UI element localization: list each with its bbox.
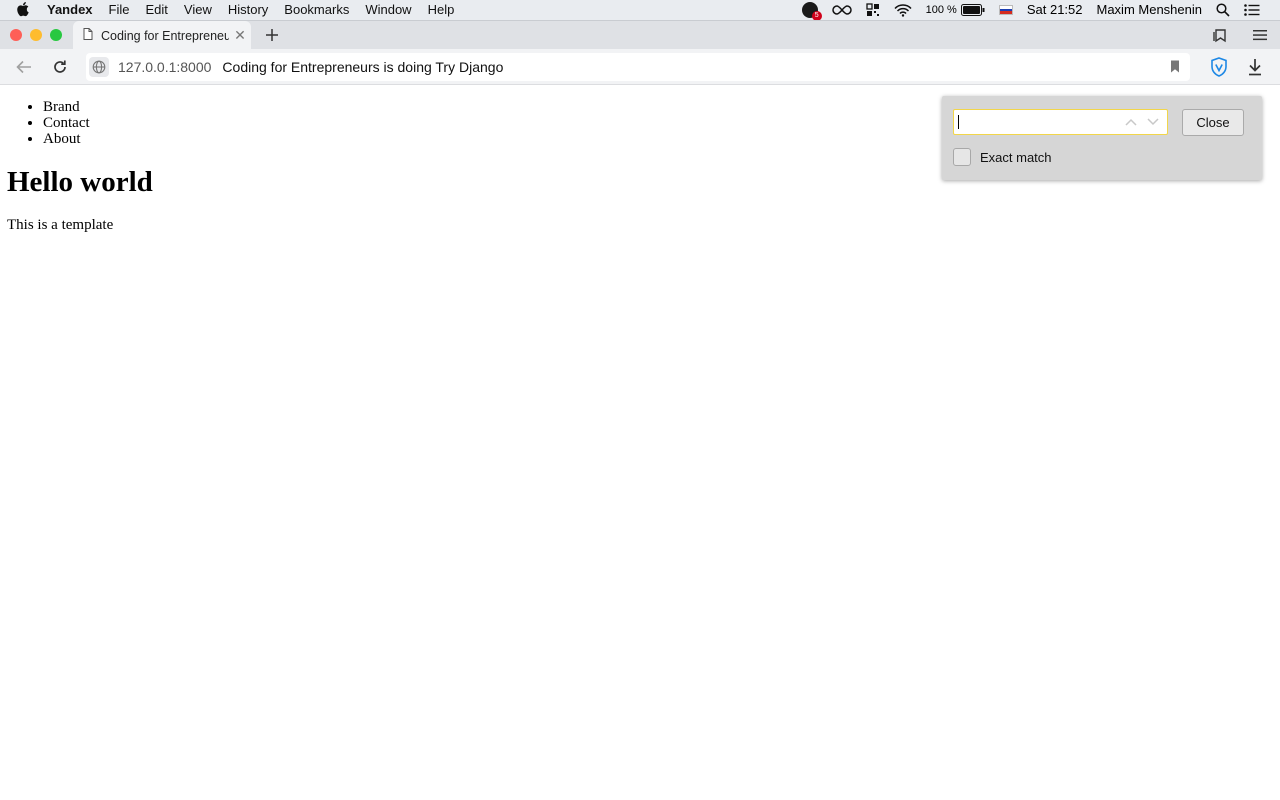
apple-logo-icon[interactable] bbox=[17, 2, 31, 17]
minimize-window-button[interactable] bbox=[30, 29, 42, 41]
find-next-icon[interactable] bbox=[1145, 115, 1161, 129]
menu-help[interactable]: Help bbox=[428, 0, 455, 20]
new-tab-button[interactable] bbox=[262, 25, 282, 45]
battery-percentage: 100 % bbox=[925, 4, 957, 16]
find-input[interactable] bbox=[954, 110, 1114, 134]
web-page-content: Brand Contact About Hello world This is … bbox=[0, 86, 1280, 800]
nav-list: Brand Contact About bbox=[43, 99, 90, 147]
exact-match-label: Exact match bbox=[980, 150, 1052, 165]
find-in-page-panel: Close Exact match bbox=[942, 96, 1262, 180]
browser-toolbar: 127.0.0.1:8000 Coding for Entrepreneurs … bbox=[0, 49, 1280, 85]
address-page-title: Coding for Entrepreneurs is doing Try Dj… bbox=[222, 59, 504, 75]
nav-item-contact: Contact bbox=[43, 115, 90, 131]
macos-menu-bar: Yandex File Edit View History Bookmarks … bbox=[0, 0, 1280, 21]
page-document-icon bbox=[83, 28, 93, 43]
nav-item-about: About bbox=[43, 131, 90, 147]
infinity-icon[interactable] bbox=[831, 5, 852, 15]
menu-edit[interactable]: Edit bbox=[145, 0, 167, 20]
wifi-icon[interactable] bbox=[894, 3, 912, 17]
menu-app-name[interactable]: Yandex bbox=[47, 0, 93, 20]
menu-bookmarks[interactable]: Bookmarks bbox=[284, 0, 349, 20]
reload-button[interactable] bbox=[50, 57, 70, 77]
battery-icon[interactable] bbox=[960, 4, 985, 16]
menu-view[interactable]: View bbox=[184, 0, 212, 20]
window-controls bbox=[10, 29, 70, 41]
address-bar[interactable]: 127.0.0.1:8000 Coding for Entrepreneurs … bbox=[86, 53, 1190, 81]
qr-scanner-icon[interactable] bbox=[865, 3, 880, 17]
page-paragraph: This is a template bbox=[7, 217, 114, 233]
spotlight-search-icon[interactable] bbox=[1216, 3, 1230, 17]
user-name[interactable]: Maxim Menshenin bbox=[1097, 0, 1203, 20]
menu-file[interactable]: File bbox=[109, 0, 130, 20]
back-button[interactable] bbox=[14, 57, 34, 77]
notification-app-icon[interactable]: 5 bbox=[801, 2, 822, 21]
tab-strip: Coding for Entrepreneurs is doing Try Dj… bbox=[0, 20, 1280, 50]
main-menu-icon[interactable] bbox=[1251, 26, 1269, 44]
tab-active[interactable]: Coding for Entrepreneurs is doing Try Dj… bbox=[73, 21, 251, 50]
find-previous-icon[interactable] bbox=[1123, 115, 1139, 129]
address-host: 127.0.0.1:8000 bbox=[118, 59, 212, 75]
find-close-button[interactable]: Close bbox=[1182, 109, 1244, 136]
protect-shield-icon[interactable] bbox=[1209, 57, 1229, 77]
menu-history[interactable]: History bbox=[228, 0, 268, 20]
find-input-wrapper bbox=[953, 109, 1168, 135]
tab-title: Coding for Entrepreneurs is doing Try Dj… bbox=[101, 28, 229, 43]
close-tab-icon[interactable]: ✕ bbox=[233, 27, 247, 44]
nav-item-brand: Brand bbox=[43, 99, 90, 115]
exact-match-checkbox[interactable] bbox=[953, 148, 971, 166]
zoom-window-button[interactable] bbox=[50, 29, 62, 41]
downloads-icon[interactable] bbox=[1245, 57, 1265, 77]
notification-center-icon[interactable] bbox=[1244, 4, 1260, 16]
input-source-flag-icon[interactable] bbox=[998, 5, 1013, 15]
text-caret bbox=[958, 115, 959, 129]
close-window-button[interactable] bbox=[10, 29, 22, 41]
menu-window[interactable]: Window bbox=[365, 0, 411, 20]
clock[interactable]: Sat 21:52 bbox=[1027, 0, 1083, 20]
bookmark-icon[interactable] bbox=[1170, 60, 1180, 76]
tabs-panel-icon[interactable] bbox=[1211, 26, 1229, 44]
globe-icon[interactable] bbox=[89, 57, 109, 77]
menu-bar-status-area: 5 100 % Sat 21:52 Maxim Menshenin bbox=[801, 0, 1280, 21]
page-heading: Hello world bbox=[7, 166, 153, 198]
